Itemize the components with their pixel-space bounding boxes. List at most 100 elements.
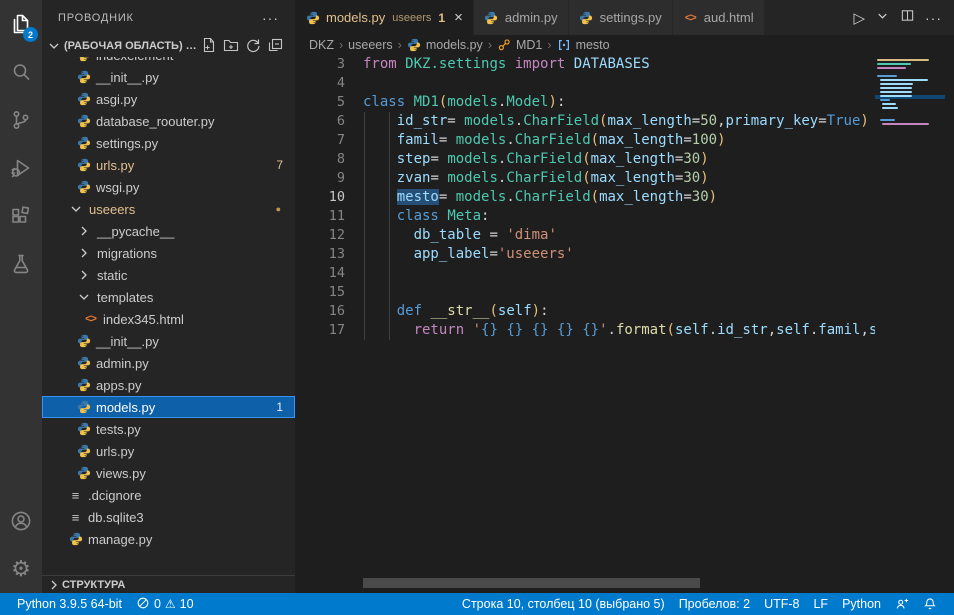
code-line-13[interactable]: 13 app_label='useeers' [295,245,875,264]
tree-item--dcignore[interactable]: ≡.dcignore [42,484,295,506]
line-number[interactable]: 12 [295,226,345,245]
tab-description: useeers [392,12,431,24]
tree-item-index345-html[interactable]: <>index345.html [42,308,295,330]
account-icon[interactable] [0,497,42,545]
testing-icon[interactable] [0,240,42,288]
tree-item-urls-py[interactable]: urls.py7 [42,154,295,176]
code-line-11[interactable]: 11 class Meta: [295,207,875,226]
status-problems[interactable]: 0 ⚠ 10 [129,593,201,615]
tree-item-indexelement[interactable]: indexelement [42,57,295,66]
line-number[interactable]: 9 [295,169,345,188]
breadcrumb-models-py[interactable]: models.py [407,38,483,53]
breadcrumb-useeers[interactable]: useeers [348,38,392,52]
breadcrumb-md1[interactable]: MD1 [497,38,542,53]
tree-item-models-py[interactable]: models.py1 [42,396,295,418]
line-number[interactable]: 10 [295,188,345,207]
line-number[interactable]: 7 [295,131,345,150]
tree-item-manage-py[interactable]: manage.py [42,528,295,550]
code-line-16[interactable]: 16 def __str__(self): [295,302,875,321]
source-control-icon[interactable] [0,96,42,144]
code-line-4[interactable]: 4 [295,74,875,93]
code-line-7[interactable]: 7 famil= models.CharField(max_length=100… [295,131,875,150]
code-line-3[interactable]: 3from DKZ.settings import DATABASES [295,55,875,74]
code-line-5[interactable]: 5class MD1(models.Model): [295,93,875,112]
line-number[interactable]: 3 [295,55,345,74]
tab-settings-py[interactable]: settings.py [569,0,673,35]
code-line-8[interactable]: 8 step= models.CharField(max_length=30) [295,150,875,169]
settings-gear-icon[interactable]: ⚙ [0,545,42,593]
code-editor[interactable]: 3from DKZ.settings import DATABASES45cla… [295,55,875,593]
line-number[interactable]: 15 [295,283,345,302]
minimap[interactable] [875,55,945,578]
outline-section-header[interactable]: СТРУКТУРА [42,575,295,593]
tab-aud-html[interactable]: <>aud.html [673,0,765,35]
tree-item-tests-py[interactable]: tests.py [42,418,295,440]
python-file-icon [76,70,91,85]
line-number[interactable]: 17 [295,321,345,340]
workspace-section-header[interactable]: (РАБОЧАЯ ОБЛАСТЬ) … [42,35,295,57]
line-number[interactable]: 13 [295,245,345,264]
refresh-icon[interactable] [245,37,261,56]
line-number[interactable]: 11 [295,207,345,226]
line-number[interactable]: 16 [295,302,345,321]
line-number[interactable]: 5 [295,93,345,112]
code-line-9[interactable]: 9 zvan= models.CharField(max_length=30) [295,169,875,188]
tree-item-database-roouter-py[interactable]: database_roouter.py [42,110,295,132]
tree-item-templates[interactable]: templates [42,286,295,308]
feedback-icon[interactable] [888,593,916,615]
code-line-12[interactable]: 12 db_table = 'dima' [295,226,875,245]
horizontal-scrollbar[interactable] [363,578,700,588]
tab-admin-py[interactable]: admin.py [474,0,569,35]
new-file-icon[interactable] [201,37,217,56]
status-eol[interactable]: LF [806,593,835,615]
status-encoding[interactable]: UTF-8 [757,593,806,615]
run-dropdown-icon[interactable] [875,8,890,28]
breadcrumb-mesto[interactable]: mesto [557,38,610,53]
line-number[interactable]: 4 [295,74,345,93]
close-icon[interactable]: × [454,10,463,25]
tree-item-db-sqlite3[interactable]: ≡db.sqlite3 [42,506,295,528]
run-and-debug-icon[interactable] [0,144,42,192]
tree-item-migrations[interactable]: migrations [42,242,295,264]
code-line-15[interactable]: 15 [295,283,875,302]
status-bar-right: Строка 10, столбец 10 (выбрано 5) Пробел… [455,593,944,615]
tree-item-asgi-py[interactable]: asgi.py [42,88,295,110]
tree-item-apps-py[interactable]: apps.py [42,374,295,396]
line-number[interactable]: 8 [295,150,345,169]
extensions-icon[interactable] [0,192,42,240]
new-folder-icon[interactable] [223,37,239,56]
tree-item-useeers[interactable]: useeers● [42,198,295,220]
tree-item-urls-py[interactable]: urls.py [42,440,295,462]
tree-item-settings-py[interactable]: settings.py [42,132,295,154]
explorer-icon[interactable]: 2 [0,0,42,48]
tree-item--init-py[interactable]: __init__.py [42,66,295,88]
search-icon[interactable] [0,48,42,96]
run-icon[interactable]: ▷ [853,9,865,27]
tree-item-static[interactable]: static [42,264,295,286]
tree-item--pycache-[interactable]: __pycache__ [42,220,295,242]
status-language[interactable]: Python [835,593,888,615]
tab-models-py[interactable]: models.pyuseeers1× [295,0,474,35]
tree-item--init-py[interactable]: __init__.py [42,330,295,352]
code-line-6[interactable]: 6 id_str= models.CharField(max_length=50… [295,112,875,131]
minimap-line [882,107,898,109]
line-number[interactable]: 14 [295,264,345,283]
file-icon: ≡ [68,510,83,525]
tree-item-admin-py[interactable]: admin.py [42,352,295,374]
status-indentation[interactable]: Пробелов: 2 [672,593,757,615]
tree-item-wsgi-py[interactable]: wsgi.py [42,176,295,198]
sidebar-more-icon[interactable]: ··· [262,10,279,26]
breadcrumb-dkz[interactable]: DKZ [309,38,334,52]
status-python-version[interactable]: Python 3.9.5 64-bit [10,593,129,615]
tree-item-views-py[interactable]: views.py [42,462,295,484]
code-line-10[interactable]: 10 mesto= models.CharField(max_length=30… [295,188,875,207]
code-line-14[interactable]: 14 [295,264,875,283]
collapse-all-icon[interactable] [267,37,283,56]
line-number[interactable]: 6 [295,112,345,131]
more-actions-icon[interactable]: ··· [925,10,942,26]
tab-bar: models.pyuseeers1×admin.pysettings.py<>a… [295,0,954,35]
code-line-17[interactable]: 17 return '{} {} {} {} {}'.format(self.i… [295,321,875,340]
split-editor-icon[interactable] [900,8,915,28]
notifications-bell-icon[interactable] [916,593,944,615]
status-cursor-position[interactable]: Строка 10, столбец 10 (выбрано 5) [455,593,672,615]
